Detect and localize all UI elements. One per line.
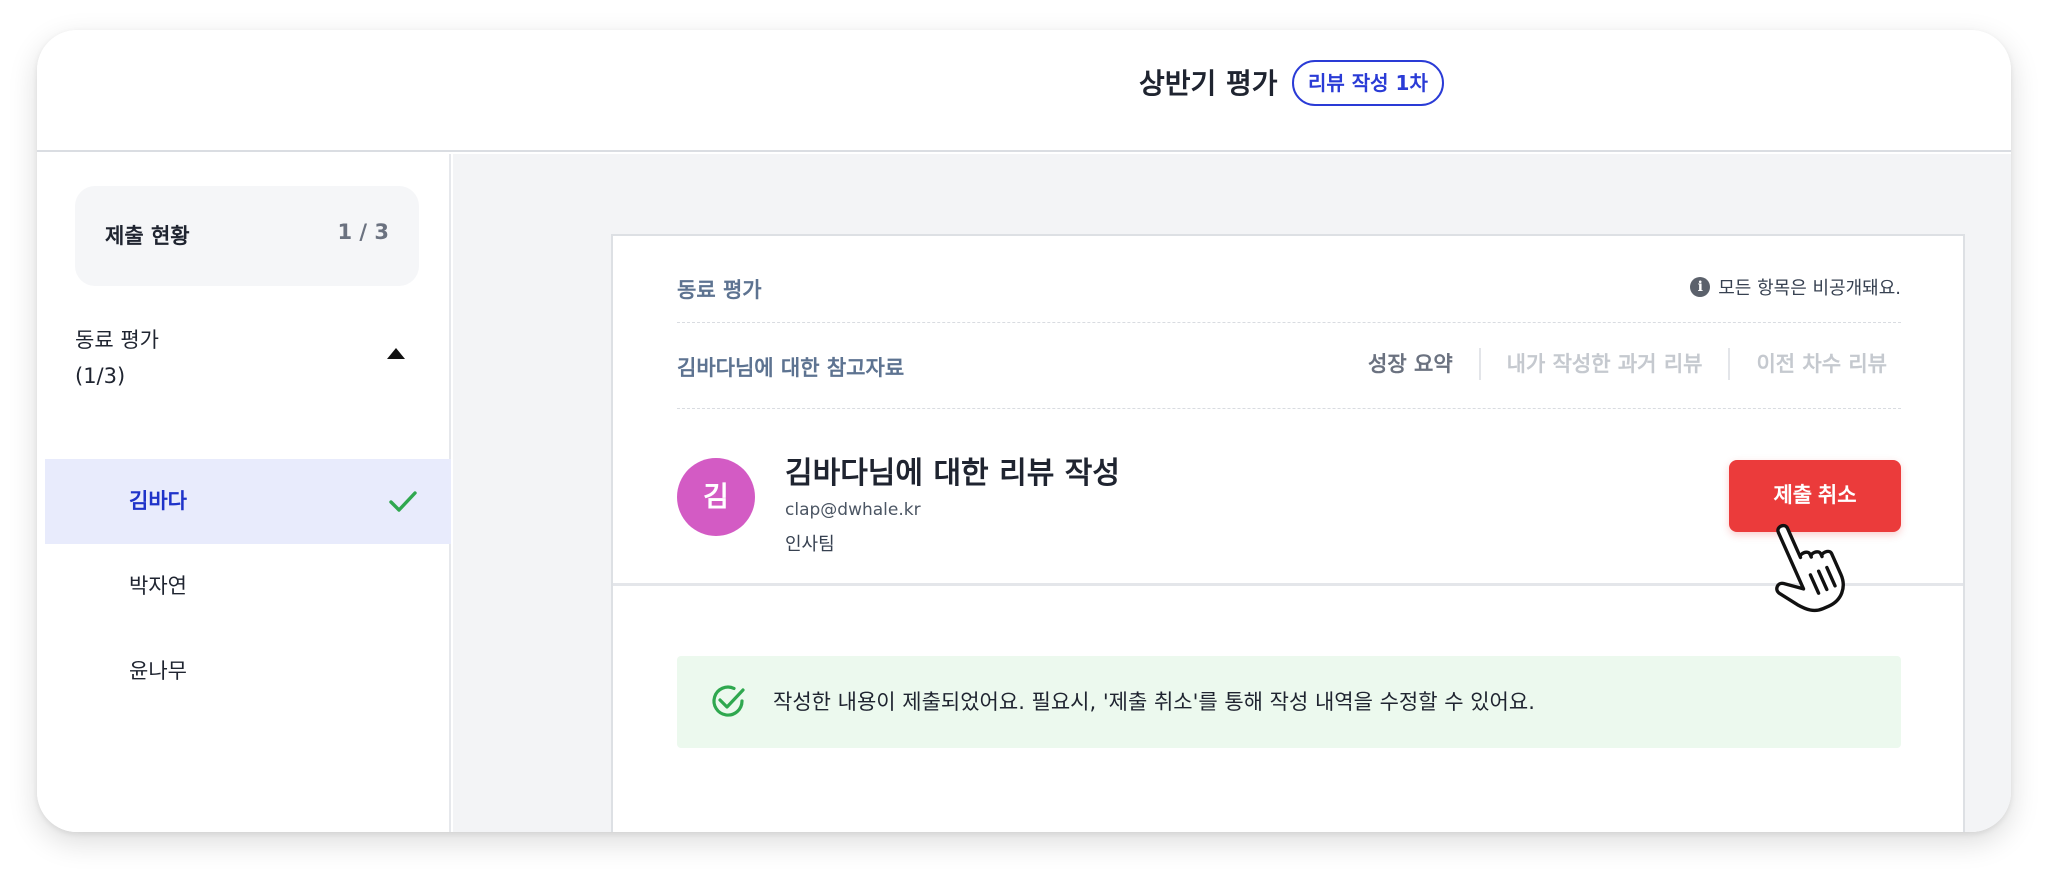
reference-tabs: 성장 요약 내가 작성한 과거 리뷰 이전 차수 리뷰 [1368, 344, 1887, 384]
divider [677, 408, 1901, 409]
check-icon [389, 491, 417, 512]
peer-review-group-label: 동료 평가 [75, 328, 159, 352]
avatar: 김 [677, 458, 755, 536]
reviewee-email: clap@dwhale.kr [785, 500, 921, 520]
sidebar-item-member-1[interactable]: 김바다 [45, 459, 451, 544]
sidebar-item-member-2[interactable]: 박자연 [45, 544, 451, 629]
collapse-arrow-icon[interactable] [387, 348, 405, 359]
tab-my-past-reviews[interactable]: 내가 작성한 과거 리뷰 [1481, 348, 1729, 380]
submission-status-label: 제출 현황 [105, 224, 190, 248]
success-check-icon [712, 685, 745, 717]
member-name: 김바다 [129, 489, 187, 513]
member-name: 박자연 [129, 574, 187, 598]
member-name: 윤나무 [129, 659, 187, 683]
hand-pointer-icon [1775, 523, 1845, 613]
main-content: 동료 평가 i 모든 항목은 비공개돼요. 김바다님에 대한 참고자료 성장 요… [453, 154, 2011, 832]
tab-previous-round-reviews[interactable]: 이전 차수 리뷰 [1730, 348, 1887, 380]
info-icon: i [1690, 277, 1711, 297]
page-title: 상반기 평가 [1139, 67, 1278, 100]
privacy-notice: i 모든 항목은 비공개돼요. [1690, 274, 1901, 300]
sidebar: 제출 현황 1 / 3 동료 평가 (1/3) 김바다 박자연 윤나무 [37, 154, 451, 832]
section-label: 동료 평가 [677, 278, 762, 302]
submission-status-count: 1 / 3 [337, 220, 389, 244]
reviewee-team: 인사팀 [785, 534, 835, 555]
round-badge: 리뷰 작성 1차 [1292, 60, 1444, 106]
peer-review-group-header[interactable]: 동료 평가 (1/3) [75, 322, 159, 394]
tab-growth-summary[interactable]: 성장 요약 [1368, 348, 1479, 380]
divider [677, 322, 1901, 323]
submission-status-card: 제출 현황 1 / 3 [75, 186, 419, 286]
success-banner: 작성한 내용이 제출되었어요. 필요시, '제출 취소'를 통해 작성 내역을 … [677, 656, 1901, 748]
review-title: 김바다님에 대한 리뷰 작성 [785, 456, 1120, 491]
reference-label: 김바다님에 대한 참고자료 [677, 356, 905, 380]
success-message: 작성한 내용이 제출되었어요. 필요시, '제출 취소'를 통해 작성 내역을 … [773, 690, 1535, 714]
peer-review-group-count: (1/3) [75, 364, 126, 388]
sidebar-item-member-3[interactable]: 윤나무 [45, 629, 451, 714]
header: 상반기 평가 리뷰 작성 1차 [37, 30, 2011, 152]
app-window: 상반기 평가 리뷰 작성 1차 제출 현황 1 / 3 동료 평가 (1/3) … [37, 30, 2011, 832]
privacy-notice-text: 모든 항목은 비공개돼요. [1718, 278, 1901, 299]
